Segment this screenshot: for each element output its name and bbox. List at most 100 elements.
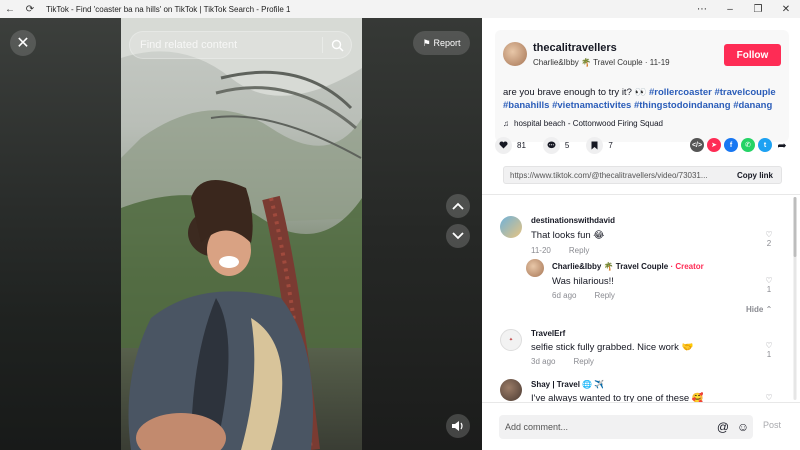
heart-outline-icon: ♡	[765, 341, 773, 350]
next-video-button[interactable]	[446, 224, 470, 248]
share-arrow-icon[interactable]: ➦	[775, 138, 789, 152]
author-avatar[interactable]	[503, 42, 527, 66]
comment-like[interactable]: ♡ 1	[762, 341, 776, 359]
search-icon[interactable]	[323, 39, 351, 52]
commenter-name[interactable]: TravelErf	[531, 329, 565, 338]
comment-date: 11-20	[531, 246, 551, 255]
heart-outline-icon: ♡	[765, 276, 773, 285]
follow-button[interactable]: Follow	[724, 44, 781, 66]
restore-icon[interactable]: ❐	[744, 0, 772, 18]
video-area: ✕ ⚑ Report	[0, 18, 482, 450]
bookmark-icon	[586, 136, 604, 154]
author-username[interactable]: thecalitravellers	[533, 42, 617, 54]
save-action[interactable]: 7	[586, 136, 613, 154]
reply-link[interactable]: Reply	[573, 357, 593, 366]
reply-like[interactable]: ♡ 1	[762, 276, 776, 294]
like-count: 81	[517, 140, 526, 150]
author-display-suffix: Travel Couple	[593, 58, 643, 67]
back-icon[interactable]: ←	[0, 0, 20, 18]
window-title: TikTok - Find 'coaster ba na hills' on T…	[46, 4, 291, 14]
more-icon[interactable]: ⋯	[688, 0, 716, 18]
comment-count: 5	[564, 140, 570, 150]
mention-icon[interactable]: @	[713, 417, 733, 437]
comment-input-wrap: @ ☺	[499, 415, 753, 439]
comment-text: That looks fun 😂	[531, 230, 605, 241]
hide-label: Hide	[746, 305, 764, 314]
music-link[interactable]: ♫ hospital beach - Cottonwood Firing Squ…	[503, 119, 663, 128]
comment-like-count: 2	[766, 239, 772, 248]
heart-outline-icon: ♡	[765, 230, 773, 239]
description-text: are you brave enough to try it? 👀	[503, 87, 647, 98]
hashtag-link[interactable]: #vietnamactivites	[552, 100, 631, 111]
embed-icon[interactable]: </>	[690, 138, 704, 152]
send-icon[interactable]: ➤	[707, 138, 721, 152]
commenter-avatar[interactable]: ✦	[500, 329, 522, 351]
author-subline: Charlie&Ibby 🌴 Travel Couple · 11-19	[533, 58, 670, 67]
related-search-box[interactable]	[129, 31, 352, 59]
hashtag-link[interactable]: #banahills	[503, 100, 549, 111]
reply-text: Was hilarious!!	[552, 276, 614, 287]
twitter-icon[interactable]: t	[758, 138, 772, 152]
hashtag-link[interactable]: #thingstodoindanang	[634, 100, 731, 111]
report-label: Report	[433, 38, 461, 48]
copy-link-row: https://www.tiktok.com/@thecalitraveller…	[503, 166, 782, 184]
comments-list: destinationswithdavid That looks fun 😂 1…	[482, 195, 800, 402]
chevron-down-icon	[452, 232, 464, 240]
hashtag-link[interactable]: #rollercoaster	[649, 87, 712, 98]
volume-icon	[452, 421, 463, 431]
heart-icon	[495, 136, 512, 154]
comment-bar: @ ☺ Post	[482, 402, 800, 450]
comment-text: selfie stick fully grabbed. Nice work 🤝	[531, 342, 694, 353]
comment-meta: 3d ago Reply	[531, 357, 594, 366]
video-blur-left	[0, 18, 121, 450]
heart-outline-icon: ♡	[765, 393, 773, 402]
chevron-up-icon	[452, 202, 464, 210]
hashtag-link[interactable]: #danang	[733, 100, 772, 111]
reply-link[interactable]: Reply	[569, 246, 589, 255]
post-comment-button[interactable]: Post	[763, 420, 781, 430]
commenter-avatar[interactable]	[500, 216, 522, 238]
reply-author[interactable]: Charlie&Ibby 🌴 Travel Couple · Creator	[552, 262, 704, 271]
video-frame	[121, 18, 362, 450]
close-window-icon[interactable]: ✕	[772, 0, 800, 18]
comments-scrollbar[interactable]	[793, 195, 797, 402]
reply-link[interactable]: Reply	[594, 291, 614, 300]
commenter-name[interactable]: destinationswithdavid	[531, 216, 615, 225]
author-display-name: Charlie&Ibby	[533, 58, 579, 67]
copy-link-button[interactable]: Copy link	[729, 171, 781, 180]
previous-video-button[interactable]	[446, 194, 470, 218]
report-button[interactable]: ⚑ Report	[413, 31, 470, 55]
video-url: https://www.tiktok.com/@thecalitraveller…	[510, 170, 708, 180]
details-panel: thecalitravellers Charlie&Ibby 🌴 Travel …	[482, 18, 800, 450]
comment-text: I've always wanted to try one of these 🥰	[531, 393, 704, 402]
music-title: hospital beach - Cottonwood Firing Squad	[514, 119, 663, 128]
minimize-icon[interactable]: –	[716, 0, 744, 18]
hashtag-link[interactable]: #travelcouple	[714, 87, 775, 98]
facebook-icon[interactable]: f	[724, 138, 738, 152]
commenter-avatar[interactable]	[500, 379, 522, 401]
emoji-icon[interactable]: ☺	[733, 417, 753, 437]
related-search-input[interactable]	[130, 39, 322, 51]
comment-like[interactable]: ♡	[762, 393, 776, 402]
reply-avatar[interactable]	[526, 259, 544, 277]
comment-input[interactable]	[499, 422, 713, 432]
whatsapp-icon[interactable]: ✆	[741, 138, 755, 152]
refresh-icon[interactable]: ⟳	[20, 0, 40, 18]
save-count: 7	[608, 140, 613, 150]
hide-replies-button[interactable]: Hide ⌃	[746, 305, 772, 314]
close-video-button[interactable]: ✕	[10, 30, 36, 56]
flag-icon: ⚑	[422, 37, 431, 48]
comment-like[interactable]: ♡ 2	[762, 230, 776, 248]
close-icon: ✕	[16, 35, 30, 52]
commenter-name[interactable]: Shay | Travel 🌐 ✈️	[531, 380, 604, 389]
post-description: are you brave enough to try it? 👀 #rolle…	[503, 86, 785, 112]
reply-meta: 6d ago Reply	[552, 291, 615, 300]
volume-button[interactable]	[446, 414, 470, 438]
music-note-icon: ♫	[503, 119, 509, 128]
reply-date: 6d ago	[552, 291, 577, 300]
title-bar: ← ⟳ TikTok - Find 'coaster ba na hills' …	[0, 0, 800, 18]
comment-action[interactable]: 5	[542, 136, 570, 154]
like-action[interactable]: 81	[495, 136, 526, 154]
creator-badge: · Creator	[670, 262, 704, 271]
video-player[interactable]	[121, 18, 362, 450]
